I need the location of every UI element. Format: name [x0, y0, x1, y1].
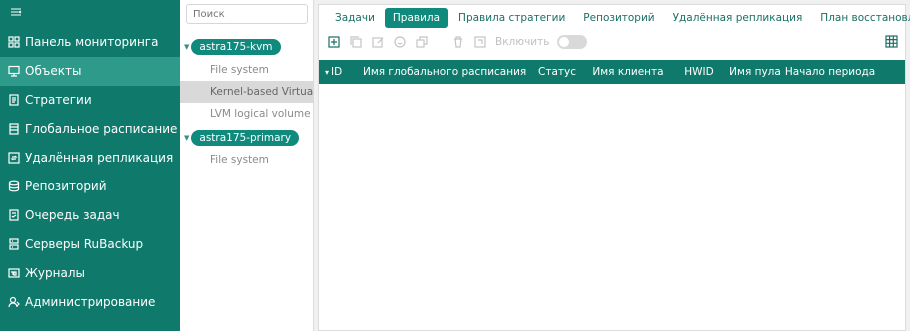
resource-label: File system [210, 64, 269, 76]
column-header[interactable]: HWID [673, 66, 725, 78]
object-tree-panel: ▼astra175-kvmFile systemKernel-based Vir… [180, 0, 314, 331]
column-header-label: Имя клиента [592, 66, 664, 78]
table-header: ▾ ID Имя глобального расписания Статус Имя к… [319, 60, 905, 84]
sidebar-item-label: Стратегии [25, 92, 92, 107]
trash-icon [454, 36, 462, 48]
sidebar-item-0[interactable]: Панель мониторинга [0, 28, 180, 57]
sidebar-item-label: Администрирование [25, 294, 156, 309]
tree-resource-node[interactable]: LVM logical volume [180, 103, 314, 125]
resource-label: File system [210, 154, 269, 166]
tab-0[interactable]: Задачи [327, 8, 383, 28]
sidebar-item-label: Удалённая репликация [25, 150, 174, 165]
content-panel: Задачи Правила Правила стратегии Репозитори… [318, 4, 910, 331]
dashboard-icon [8, 36, 20, 48]
tab-bar: Задачи Правила Правила стратегии Репозитори… [319, 5, 910, 31]
column-header[interactable]: Начало периода [785, 66, 875, 78]
tab-5[interactable]: План восстановления [812, 8, 910, 28]
expand-caret-icon[interactable]: ▼ [184, 134, 189, 142]
replication-icon [8, 151, 20, 164]
column-header-label: Начало периода [784, 66, 876, 78]
tab-3[interactable]: Репозиторий [575, 8, 662, 28]
column-header[interactable]: Статус [531, 66, 583, 78]
tree-search-input[interactable] [186, 4, 308, 24]
edit-icon [372, 37, 384, 48]
check-button[interactable] [393, 35, 407, 49]
sidebar-item-6[interactable]: Очередь задач [0, 201, 180, 230]
tree-resource-node[interactable]: File system [180, 59, 314, 81]
column-header[interactable]: ▾ ID [319, 66, 357, 78]
sidebar-item-2[interactable]: Стратегии [0, 86, 180, 115]
grid-icon [885, 35, 898, 48]
sidebar-menu: Панель мониторинга Объекты Стратегии Глобал… [0, 28, 180, 316]
sidebar-item-label: Репозиторий [25, 179, 107, 194]
column-header-label: Имя пула [729, 66, 781, 78]
column-header-label: HWID [684, 66, 714, 78]
copy-button[interactable] [349, 35, 363, 49]
resource-label: LVM logical volume [210, 108, 311, 120]
rules-toolbar: Включить [319, 31, 905, 53]
smiley-icon [394, 36, 406, 48]
tab-1[interactable]: Правила [384, 8, 449, 28]
clone-button[interactable] [415, 35, 429, 49]
export-button[interactable] [473, 35, 487, 49]
schedule-icon [8, 123, 20, 135]
host-label: astra175-primary [191, 130, 300, 146]
sidebar-item-5[interactable]: Репозиторий [0, 172, 180, 201]
resource-label: Kernel-based Virtual Machine [210, 86, 314, 98]
column-settings-button[interactable] [885, 35, 899, 49]
column-header-label: Имя глобального расписания [363, 66, 527, 78]
tree-resource-node[interactable]: Kernel-based Virtual Machine [180, 81, 314, 103]
sidebar-collapse-button[interactable] [0, 0, 180, 28]
sidebar-item-9[interactable]: Администрирование [0, 287, 180, 316]
add-icon [328, 36, 340, 48]
clone-icon [416, 36, 428, 48]
sort-caret-icon: ▾ [325, 67, 330, 77]
tree-host-node[interactable]: ▼ astra175-primary [180, 127, 314, 149]
tree-host-node[interactable]: ▼ astra175-kvm [180, 36, 314, 58]
admin-icon [8, 296, 20, 308]
edit-button[interactable] [371, 35, 385, 49]
export-icon [474, 36, 486, 48]
monitor-icon [8, 65, 20, 77]
queue-icon [8, 209, 20, 221]
sidebar: Панель мониторинга Объекты Стратегии Глобал… [0, 0, 180, 331]
sidebar-item-7[interactable]: Серверы RuBackup [0, 230, 180, 259]
tab-4[interactable]: Удалённая репликация [665, 8, 811, 28]
log-icon [8, 267, 20, 279]
sidebar-item-8[interactable]: Журналы [0, 258, 180, 287]
sidebar-item-label: Серверы RuBackup [25, 236, 144, 251]
column-header-label: ID [331, 66, 343, 78]
sidebar-item-1[interactable]: Объекты [0, 56, 180, 86]
sidebar-item-label: Панель мониторинга [25, 35, 159, 50]
host-label: astra175-kvm [191, 39, 281, 55]
sidebar-item-label: Журналы [25, 265, 85, 280]
sidebar-item-label: Глобальное расписание [25, 121, 178, 136]
sidebar-item-label: Очередь задач [25, 208, 120, 223]
column-header[interactable]: Имя клиента [583, 66, 673, 78]
sidebar-item-label: Объекты [25, 64, 82, 79]
expand-caret-icon[interactable]: ▼ [184, 43, 189, 51]
copy-icon [350, 36, 362, 48]
column-header-label: Статус [538, 66, 576, 78]
tab-2[interactable]: Правила стратегии [450, 8, 573, 28]
sidebar-item-4[interactable]: Удалённая репликация [0, 143, 180, 172]
collapse-menu-icon [11, 8, 22, 16]
main-area: Задачи Правила Правила стратегии Репозитори… [314, 0, 910, 331]
add-button[interactable] [327, 35, 341, 49]
database-icon [8, 180, 20, 192]
delete-button[interactable] [451, 35, 465, 49]
enable-label: Включить [495, 36, 550, 48]
sidebar-item-3[interactable]: Глобальное расписание [0, 114, 180, 143]
enable-toggle[interactable] [557, 35, 588, 49]
column-header[interactable]: Имя пула [725, 66, 785, 78]
column-header[interactable]: Имя глобального расписания [357, 66, 531, 78]
tree-resource-node[interactable]: File system [180, 149, 314, 171]
document-icon [8, 94, 20, 106]
server-icon [8, 238, 20, 250]
